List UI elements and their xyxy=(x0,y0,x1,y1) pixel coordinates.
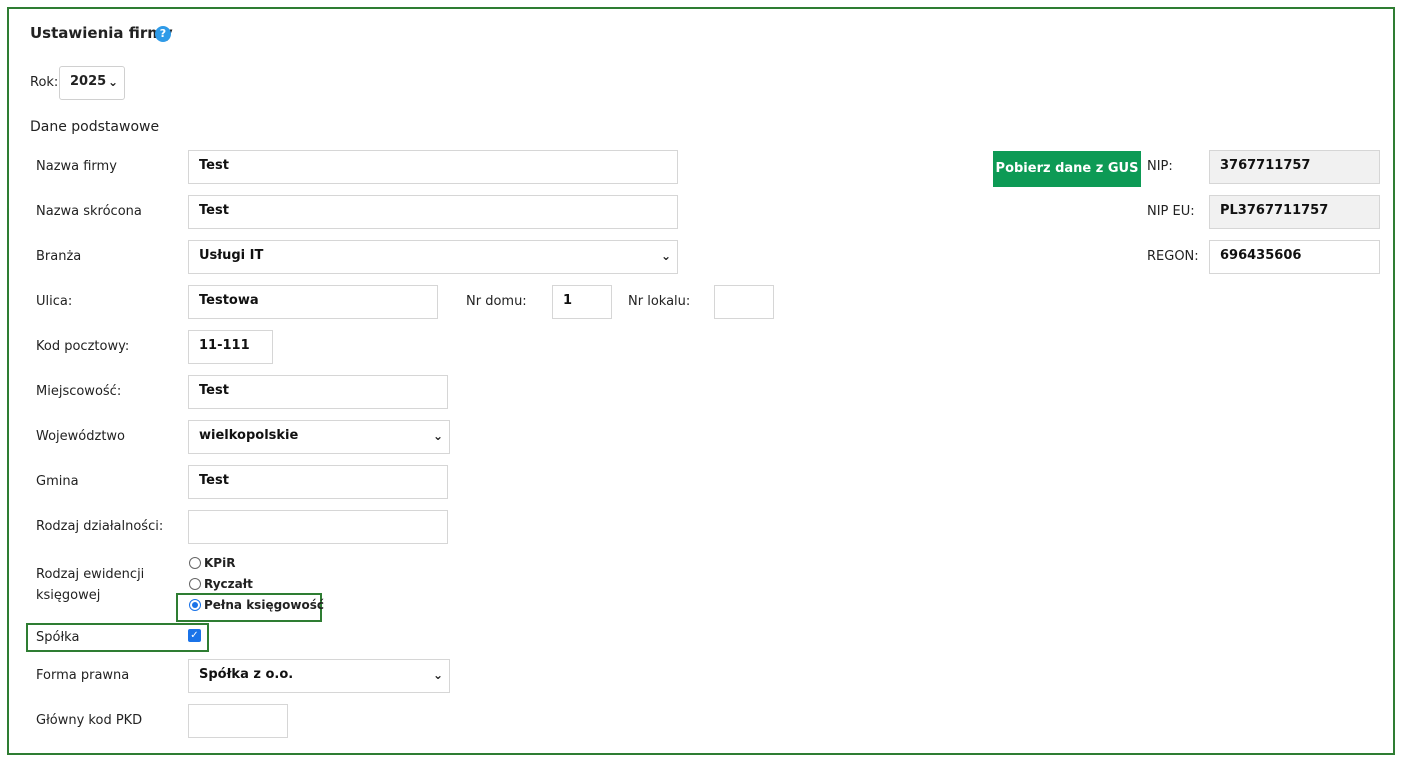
help-icon[interactable]: ? xyxy=(155,26,171,42)
accounting-type-label-line1: Rodzaj ewidencji xyxy=(36,567,145,582)
pkd-code-label: Główny kod PKD xyxy=(36,713,143,728)
radio-full-accounting[interactable] xyxy=(189,599,201,611)
chevron-down-icon: ⌄ xyxy=(432,668,443,682)
city-label: Miejscowość: xyxy=(36,384,122,399)
fetch-gus-button[interactable]: Pobierz dane z GUS xyxy=(993,151,1141,187)
municipality-label: Gmina xyxy=(36,474,79,489)
apartment-number-label: Nr lokalu: xyxy=(628,294,691,309)
voivodeship-value: wielkopolskie xyxy=(199,428,299,443)
short-name-label: Nazwa skrócona xyxy=(36,204,142,219)
legal-form-label: Forma prawna xyxy=(36,668,130,683)
radio-full-accounting-label: Pełna księgowość xyxy=(204,598,324,612)
street-label: Ulica: xyxy=(36,294,73,309)
house-number-label: Nr domu: xyxy=(466,294,527,309)
nip-eu-label: NIP EU: xyxy=(1147,204,1195,219)
section-title: Dane podstawowe xyxy=(30,119,160,135)
postal-code-input[interactable]: 11-111 xyxy=(188,330,273,364)
page-title: Ustawienia firmy xyxy=(30,24,173,42)
nip-input[interactable]: 3767711757 xyxy=(1209,150,1380,184)
city-input[interactable]: Test xyxy=(188,375,448,409)
regon-label: REGON: xyxy=(1147,249,1199,264)
short-name-input[interactable]: Test xyxy=(188,195,678,229)
legal-form-select[interactable]: Spółka z o.o. ⌄ xyxy=(188,659,450,693)
industry-select[interactable]: Usługi IT ⌄ xyxy=(188,240,678,274)
chevron-down-icon: ⌄ xyxy=(660,249,671,263)
nip-label: NIP: xyxy=(1147,159,1173,174)
regon-input[interactable]: 696435606 xyxy=(1209,240,1380,274)
company-checkbox[interactable]: ✓ xyxy=(188,629,201,642)
postal-code-label: Kod pocztowy: xyxy=(36,339,130,354)
legal-form-value: Spółka z o.o. xyxy=(199,667,294,682)
company-name-input[interactable]: Test xyxy=(188,150,678,184)
company-name-label: Nazwa firmy xyxy=(36,159,117,174)
radio-ryczalt[interactable] xyxy=(189,578,201,590)
street-input[interactable]: Testowa xyxy=(188,285,438,319)
company-checkbox-label: Spółka xyxy=(36,630,80,645)
municipality-input[interactable]: Test xyxy=(188,465,448,499)
business-type-input[interactable] xyxy=(188,510,448,544)
chevron-down-icon: ⌄ xyxy=(432,429,443,443)
pkd-code-input[interactable] xyxy=(188,704,288,738)
chevron-down-icon: ⌄ xyxy=(107,75,118,89)
radio-ryczalt-label: Ryczałt xyxy=(204,577,253,591)
accounting-type-label-line2: księgowej xyxy=(36,588,101,603)
voivodeship-select[interactable]: wielkopolskie ⌄ xyxy=(188,420,450,454)
industry-value: Usługi IT xyxy=(199,248,264,263)
apartment-number-input[interactable] xyxy=(714,285,774,319)
voivodeship-label: Województwo xyxy=(36,429,126,444)
year-value: 2025 xyxy=(70,74,107,89)
year-select[interactable]: 2025 ⌄ xyxy=(59,66,125,100)
house-number-input[interactable]: 1 xyxy=(552,285,612,319)
radio-kpir-label: KPiR xyxy=(204,556,236,570)
business-type-label: Rodzaj działalności: xyxy=(36,519,164,534)
industry-label: Branża xyxy=(36,249,82,264)
year-label: Rok: xyxy=(30,75,59,90)
radio-kpir[interactable] xyxy=(189,557,201,569)
nip-eu-input[interactable]: PL3767711757 xyxy=(1209,195,1380,229)
